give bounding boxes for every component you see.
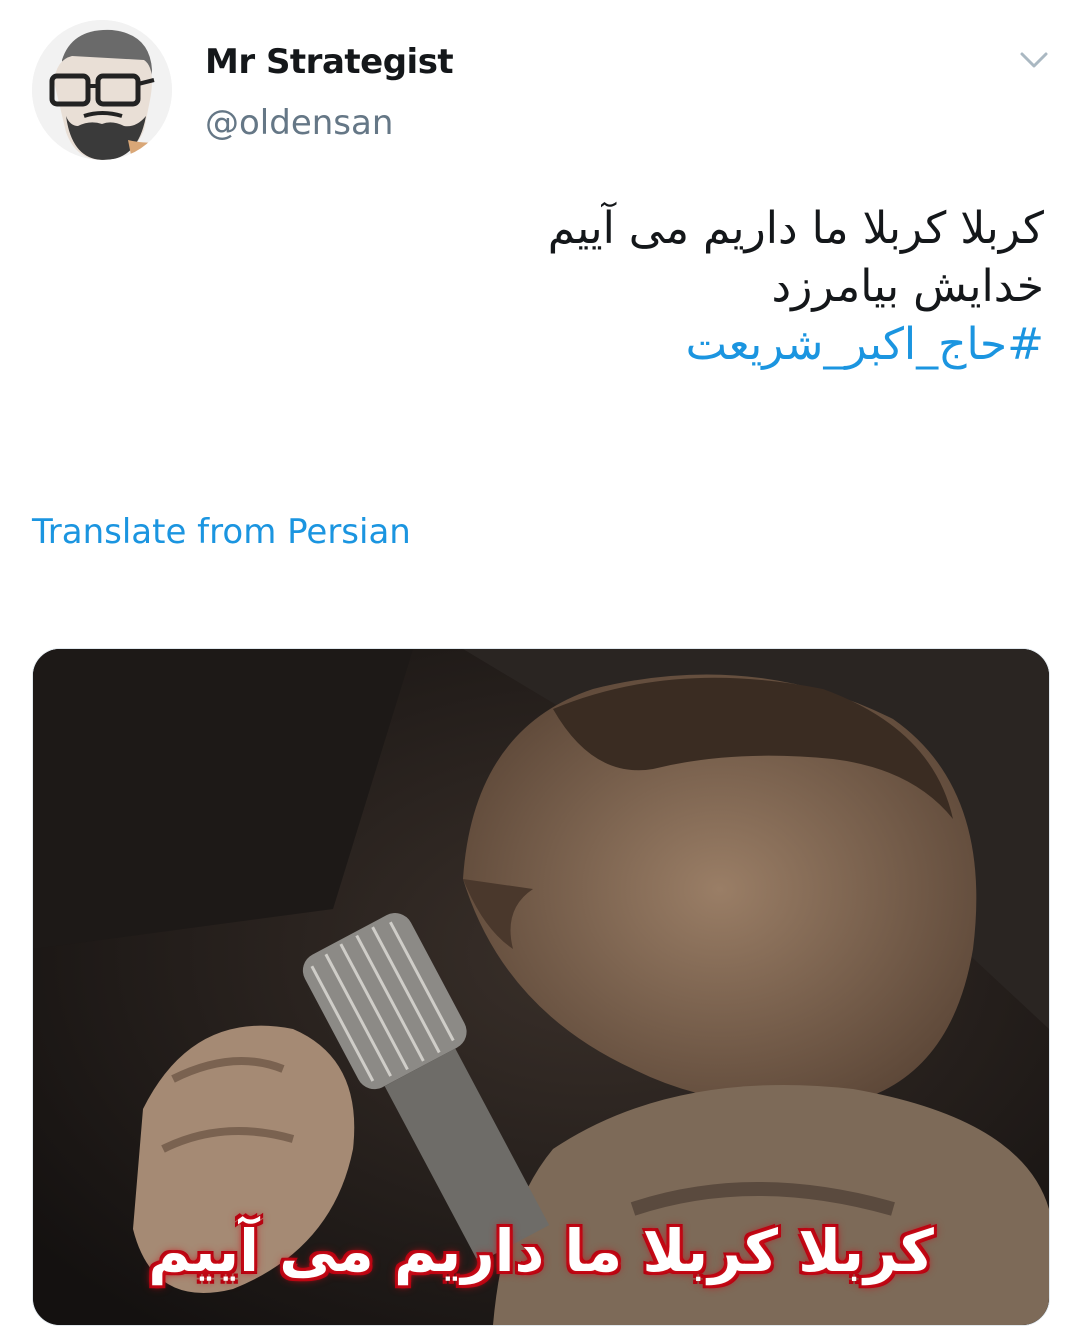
tweet-media-image[interactable]: کربلا کربلا ما داریم می آییم xyxy=(32,648,1050,1326)
tweet-text-line: خدایش بیامرزد xyxy=(771,261,1044,312)
chevron-down-icon xyxy=(1020,52,1048,68)
tweet-text-line: کربلا کربلا ما داریم می آییم xyxy=(547,203,1044,254)
tweet-card: Mr Strategist @oldensan کربلا کربلا ما د… xyxy=(0,0,1080,1344)
tweet-menu-button[interactable] xyxy=(1014,42,1054,78)
tweet-body: کربلا کربلا ما داریم می آییم خدایش بیامر… xyxy=(284,200,1044,374)
translate-link[interactable]: Translate from Persian xyxy=(32,512,411,552)
hashtag-link[interactable]: #حاج_اکبر_شریعت xyxy=(284,316,1044,374)
media-caption: کربلا کربلا ما داریم می آییم xyxy=(148,1217,934,1285)
author-handle[interactable]: @oldensan xyxy=(205,103,393,143)
author-avatar[interactable] xyxy=(32,20,172,160)
author-display-name[interactable]: Mr Strategist xyxy=(205,42,454,82)
bearded-man-portrait-icon xyxy=(32,20,172,160)
